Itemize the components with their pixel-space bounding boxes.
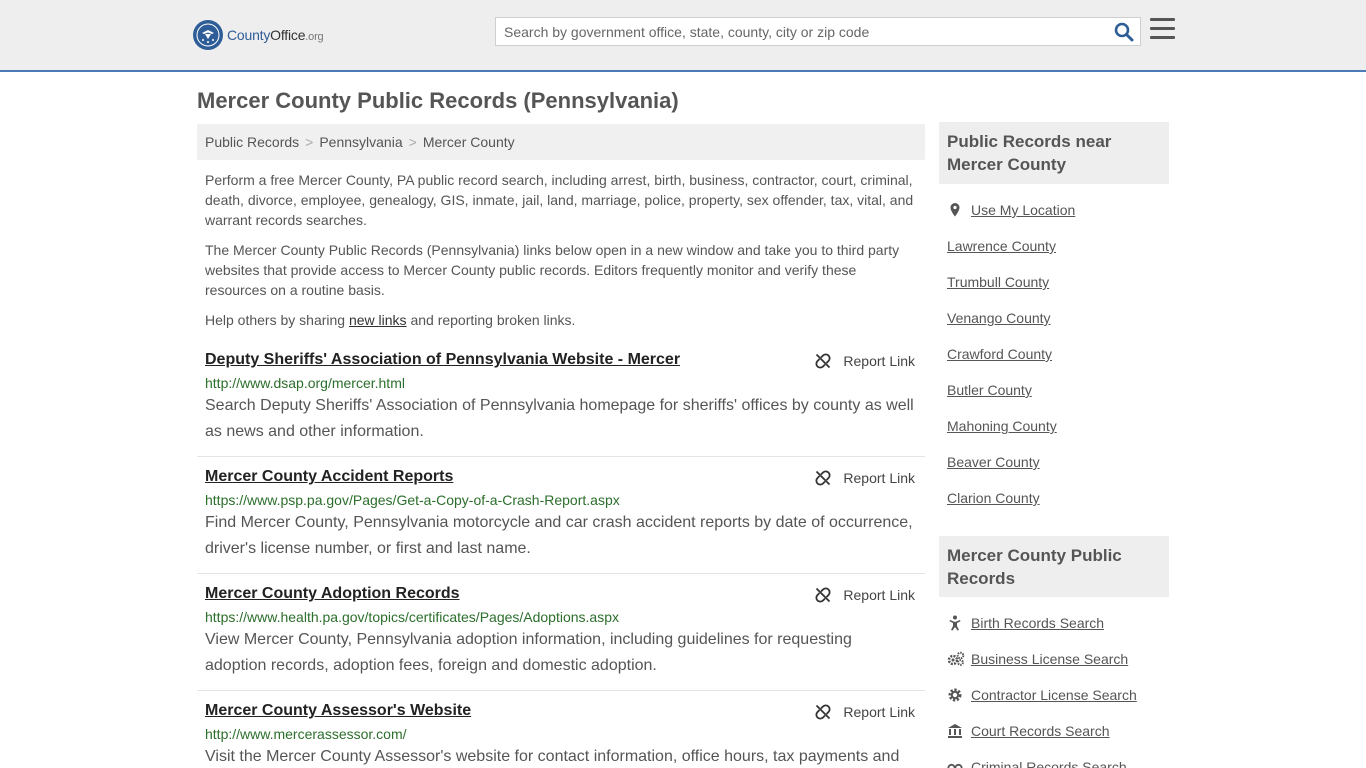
- help-text-pre: Help others by sharing: [205, 312, 349, 328]
- record-url: http://www.mercerassessor.com/: [205, 726, 407, 742]
- record-url: https://www.health.pa.gov/topics/certifi…: [205, 609, 620, 625]
- nearby-county-link[interactable]: Trumbull County: [947, 274, 1049, 290]
- birth-records-link[interactable]: Birth Records Search: [971, 615, 1104, 631]
- broken-link-icon: [815, 353, 831, 369]
- nearby-heading: Public Records near Mercer County: [939, 122, 1169, 184]
- record-divider: [197, 456, 925, 457]
- page-title: Mercer County Public Records (Pennsylvan…: [197, 88, 679, 113]
- record-item: Mercer County Adoption Records Report Li…: [197, 585, 925, 679]
- record-url: https://www.psp.pa.gov/Pages/Get-a-Copy-…: [205, 492, 620, 508]
- report-link-button[interactable]: Report Link: [815, 704, 915, 720]
- handcuffs-icon: [947, 759, 963, 768]
- report-link-label: Report Link: [843, 353, 915, 369]
- contractor-license-link[interactable]: Contractor License Search: [971, 687, 1137, 703]
- county-records-heading: Mercer County Public Records: [939, 536, 1169, 597]
- report-link-label: Report Link: [843, 704, 915, 720]
- report-link-button[interactable]: Report Link: [815, 353, 915, 369]
- record-description: Find Mercer County, Pennsylvania motorcy…: [205, 514, 913, 557]
- logo-office: Office: [270, 27, 306, 43]
- business-license-link[interactable]: Business License Search: [971, 651, 1128, 667]
- record-url: http://www.dsap.org/mercer.html: [205, 375, 405, 391]
- report-link-label: Report Link: [843, 587, 915, 603]
- new-links-link[interactable]: new links: [349, 312, 407, 328]
- record-item: Deputy Sheriffs' Association of Pennsylv…: [197, 351, 925, 445]
- record-description: View Mercer County, Pennsylvania adoptio…: [205, 631, 852, 674]
- criminal-records-link[interactable]: Criminal Records Search: [971, 759, 1127, 768]
- breadcrumb-public-records[interactable]: Public Records: [205, 134, 299, 150]
- broken-link-icon: [815, 704, 831, 720]
- breadcrumb: Public Records > Pennsylvania > Mercer Count…: [197, 124, 925, 160]
- record-title-link[interactable]: Mercer County Accident Reports: [205, 468, 453, 486]
- help-text-post: and reporting broken links.: [406, 312, 576, 328]
- intro-paragraph: Perform a free Mercer County, PA public …: [205, 172, 914, 228]
- help-paragraph: Help others by sharing new links and rep…: [205, 310, 917, 330]
- record-description: Search Deputy Sheriffs' Association of P…: [205, 397, 914, 440]
- report-link-button[interactable]: Report Link: [815, 587, 915, 603]
- baby-icon: [947, 615, 963, 631]
- nearby-county-link[interactable]: Clarion County: [947, 490, 1040, 506]
- hamburger-menu-icon[interactable]: [1150, 18, 1175, 42]
- breadcrumb-pennsylvania[interactable]: Pennsylvania: [319, 134, 402, 150]
- search-icon[interactable]: [1114, 22, 1134, 42]
- disclaimer-paragraph: The Mercer County Public Records (Pennsy…: [205, 242, 900, 298]
- broken-link-icon: [815, 470, 831, 486]
- record-title-link[interactable]: Mercer County Assessor's Website: [205, 702, 471, 720]
- record-divider: [197, 573, 925, 574]
- nearby-county-link[interactable]: Mahoning County: [947, 418, 1057, 434]
- gear-icon: [947, 687, 963, 703]
- map-pin-icon: [947, 202, 963, 218]
- search-input[interactable]: [496, 18, 1106, 45]
- nearby-county-link[interactable]: Beaver County: [947, 454, 1040, 470]
- record-divider: [197, 690, 925, 691]
- record-description: Visit the Mercer County Assessor's websi…: [205, 748, 900, 765]
- nearby-county-link[interactable]: Butler County: [947, 382, 1032, 398]
- seal-icon: [193, 20, 223, 50]
- logo-text: CountyOffice.org: [227, 27, 324, 43]
- breadcrumb-mercer-county[interactable]: Mercer County: [423, 134, 515, 150]
- court-records-link[interactable]: Court Records Search: [971, 723, 1110, 739]
- logo-county: County: [227, 27, 271, 43]
- top-bar: CountyOffice.org: [0, 0, 1366, 72]
- breadcrumb-separator: >: [305, 134, 314, 150]
- report-link-button[interactable]: Report Link: [815, 470, 915, 486]
- nearby-county-link[interactable]: Crawford County: [947, 346, 1052, 362]
- record-item: Mercer County Assessor's Website Report …: [197, 702, 925, 768]
- site-logo[interactable]: CountyOffice.org: [193, 19, 324, 51]
- nearby-county-link[interactable]: Venango County: [947, 310, 1051, 326]
- courthouse-icon: [947, 723, 963, 739]
- breadcrumb-separator: >: [408, 134, 417, 150]
- nearby-county-link[interactable]: Lawrence County: [947, 238, 1056, 254]
- record-title-link[interactable]: Deputy Sheriffs' Association of Pennsylv…: [205, 351, 680, 369]
- record-item: Mercer County Accident Reports Report Li…: [197, 468, 925, 562]
- search-box: [495, 17, 1141, 46]
- broken-link-icon: [815, 587, 831, 603]
- report-link-label: Report Link: [843, 470, 915, 486]
- gears-icon: [947, 651, 965, 667]
- use-my-location-link[interactable]: Use My Location: [971, 202, 1075, 218]
- logo-tld: .org: [305, 31, 324, 43]
- record-title-link[interactable]: Mercer County Adoption Records: [205, 585, 460, 603]
